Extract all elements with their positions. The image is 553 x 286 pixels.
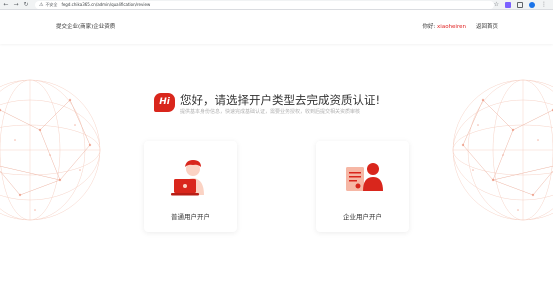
personal-account-label: 普通用户开户 xyxy=(171,213,210,221)
personal-account-card[interactable]: 普通用户开户 xyxy=(144,141,237,232)
enterprise-account-label: 企业用户开户 xyxy=(343,213,382,221)
hi-badge-icon: Hi xyxy=(154,93,175,112)
browser-toolbar: ← → ↻ ⚠ 不安全 fegd.chika365.cn/admin/quali… xyxy=(0,0,553,10)
user-area: 你好: xiaoheiren 返回首页 xyxy=(422,22,498,30)
reload-icon[interactable]: ↻ xyxy=(22,0,30,9)
back-arrow-icon[interactable]: ← xyxy=(2,0,10,9)
extension-icon[interactable] xyxy=(505,1,512,8)
profile-avatar-icon[interactable] xyxy=(529,1,536,8)
greeting: 你好: xiaoheiren xyxy=(422,22,466,30)
enterprise-user-certificate-icon xyxy=(346,163,383,191)
enterprise-account-card[interactable]: 企业用户开户 xyxy=(316,141,409,232)
globe-decoration-right xyxy=(452,79,553,221)
warning-icon[interactable]: ⚠ xyxy=(39,1,43,9)
forward-arrow-icon[interactable]: → xyxy=(12,0,20,9)
menu-dots-icon[interactable]: ⋮ xyxy=(541,1,547,9)
subline: 提供基本身份信息，快速完成基础认证，需要业务授权，收到后提交相关资质审核 xyxy=(180,109,361,115)
globe-decoration-left xyxy=(0,79,101,221)
home-link[interactable]: 返回首页 xyxy=(476,22,498,30)
greeting-label: 你好: xyxy=(422,24,436,30)
url-text[interactable]: fegd.chika365.cn/admin/qualification/rev… xyxy=(61,1,150,9)
address-bar[interactable]: ⚠ 不安全 fegd.chika365.cn/admin/qualificati… xyxy=(34,0,494,9)
page-title: 提交企业(商家)企业资质 xyxy=(56,24,116,30)
window-icon[interactable] xyxy=(517,1,524,8)
app-header: 提交企业(商家)企业资质 你好: xiaoheiren 返回首页 xyxy=(0,10,553,44)
headline: 您好，请选择开户类型去完成资质认证! xyxy=(180,93,381,107)
personal-user-laptop-icon xyxy=(171,160,204,196)
username[interactable]: xiaoheiren xyxy=(437,24,466,30)
security-label: 不安全 xyxy=(45,1,58,7)
bookmark-star-icon[interactable]: ☆ xyxy=(494,1,499,9)
